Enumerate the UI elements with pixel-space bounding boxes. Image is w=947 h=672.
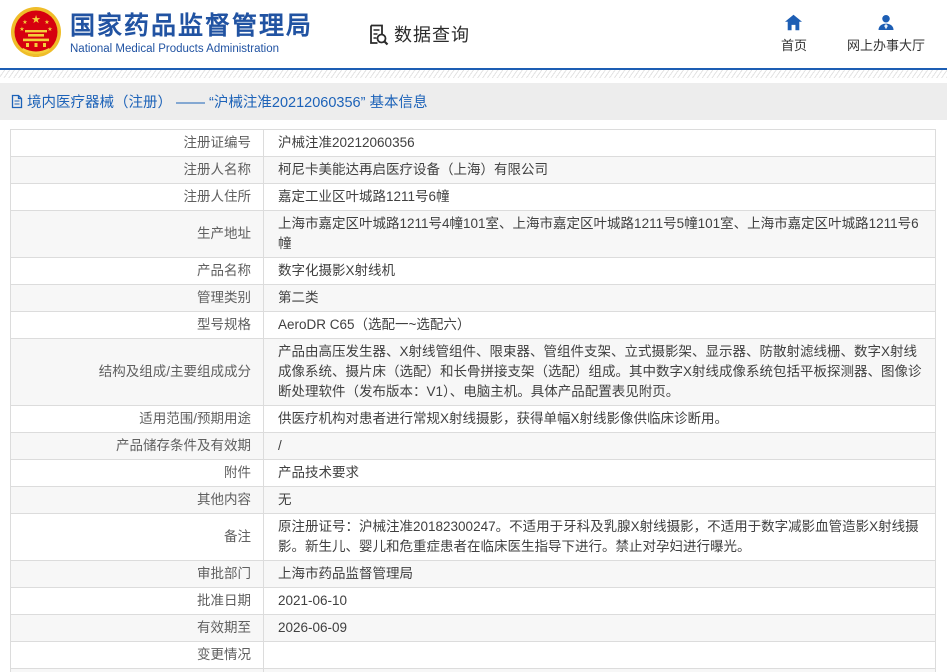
page-document-icon	[10, 94, 24, 109]
registration-info-table: 注册证编号沪械注准20212060356注册人名称柯尼卡美能达再启医疗设备（上海…	[10, 129, 936, 672]
field-value: 原注册证号：沪械注准20182300247。不适用于牙科及乳腺X射线摄影，不适用…	[264, 514, 936, 561]
field-value: 无	[264, 487, 936, 514]
field-value: 数字化摄影X射线机	[264, 258, 936, 285]
table-row: 注册人名称柯尼卡美能达再启医疗设备（上海）有限公司	[11, 157, 936, 184]
table-row: 适用范围/预期用途供医疗机构对患者进行常规X射线摄影，获得单幅X射线影像供临床诊…	[11, 406, 936, 433]
field-value: 上海市药品监督管理局	[264, 561, 936, 588]
table-row: 产品储存条件及有效期/	[11, 433, 936, 460]
info-table-body: 注册证编号沪械注准20212060356注册人名称柯尼卡美能达再启医疗设备（上海…	[11, 130, 936, 672]
table-row: 生产地址上海市嘉定区叶城路1211号4幢101室、上海市嘉定区叶城路1211号5…	[11, 211, 936, 258]
field-label: 附件	[11, 460, 264, 487]
data-query-nav[interactable]: 数据查询	[365, 21, 470, 47]
svg-text:★: ★	[44, 19, 49, 26]
document-search-icon	[365, 22, 390, 47]
org-name: 国家药品监督管理局 National Medical Products Admi…	[70, 13, 313, 55]
svg-text:★: ★	[47, 26, 52, 33]
table-row: 结构及组成/主要组成成分产品由高压发生器、X射线管组件、限束器、管组件支架、立式…	[11, 339, 936, 406]
field-label: 注册证编号	[11, 130, 264, 157]
nav-item-label: 首页	[781, 35, 807, 54]
nav-item-service-hall[interactable]: 网上办事大厅	[847, 14, 925, 54]
table-row: 注册人住所嘉定工业区叶城路1211号6幢	[11, 184, 936, 211]
svg-text:★: ★	[22, 19, 27, 26]
field-label: 注	[11, 669, 264, 672]
field-value: 柯尼卡美能达再启医疗设备（上海）有限公司	[264, 157, 936, 184]
field-label: 批准日期	[11, 588, 264, 615]
field-label: 有效期至	[11, 615, 264, 642]
field-label: 生产地址	[11, 211, 264, 258]
person-icon	[877, 14, 895, 31]
field-label: 结构及组成/主要组成成分	[11, 339, 264, 406]
table-row: 批准日期2021-06-10	[11, 588, 936, 615]
table-row: 注详情	[11, 669, 936, 672]
field-label: 适用范围/预期用途	[11, 406, 264, 433]
field-label: 型号规格	[11, 312, 264, 339]
field-value: 2026-06-09	[264, 615, 936, 642]
svg-text:★: ★	[19, 26, 24, 33]
breadcrumb: 境内医疗器械（注册） —— “沪械注准20212060356” 基本信息	[0, 83, 947, 120]
home-icon	[784, 14, 803, 31]
field-value: 上海市嘉定区叶城路1211号4幢101室、上海市嘉定区叶城路1211号5幢101…	[264, 211, 936, 258]
field-value: 详情	[264, 669, 936, 672]
svg-text:★: ★	[31, 14, 41, 26]
field-value: 产品由高压发生器、X射线管组件、限束器、管组件支架、立式摄影架、显示器、防散射滤…	[264, 339, 936, 406]
table-row: 附件产品技术要求	[11, 460, 936, 487]
table-row: 备注原注册证号：沪械注准20182300247。不适用于牙科及乳腺X射线摄影，不…	[11, 514, 936, 561]
field-label: 产品名称	[11, 258, 264, 285]
field-value: 产品技术要求	[264, 460, 936, 487]
table-row: 审批部门上海市药品监督管理局	[11, 561, 936, 588]
field-value: 供医疗机构对患者进行常规X射线摄影，获得单幅X射线影像供临床诊断用。	[264, 406, 936, 433]
nav-item-home[interactable]: 首页	[781, 14, 807, 54]
field-value	[264, 642, 936, 669]
field-value: /	[264, 433, 936, 460]
field-value: 第二类	[264, 285, 936, 312]
table-row: 其他内容无	[11, 487, 936, 514]
field-label: 注册人名称	[11, 157, 264, 184]
org-name-en: National Medical Products Administration	[70, 43, 313, 55]
org-name-cn: 国家药品监督管理局	[70, 13, 313, 41]
site-header: ★ ★ ★ ★ ★ 国家药品监督管理局 National Medical Pro…	[0, 0, 947, 70]
field-label: 审批部门	[11, 561, 264, 588]
table-row: 型号规格AeroDR C65（选配一~选配六）	[11, 312, 936, 339]
data-query-label: 数据查询	[394, 21, 470, 47]
table-row: 变更情况	[11, 642, 936, 669]
field-label: 其他内容	[11, 487, 264, 514]
field-value: AeroDR C65（选配一~选配六）	[264, 312, 936, 339]
field-value: 嘉定工业区叶城路1211号6幢	[264, 184, 936, 211]
header-nav: 首页 网上办事大厅	[781, 14, 925, 54]
table-row: 有效期至2026-06-09	[11, 615, 936, 642]
field-value: 沪械注准20212060356	[264, 130, 936, 157]
field-label: 备注	[11, 514, 264, 561]
field-label: 管理类别	[11, 285, 264, 312]
table-row: 注册证编号沪械注准20212060356	[11, 130, 936, 157]
national-emblem-icon: ★ ★ ★ ★ ★	[10, 6, 62, 63]
table-row: 产品名称数字化摄影X射线机	[11, 258, 936, 285]
nav-item-label: 网上办事大厅	[847, 35, 925, 54]
table-row: 管理类别第二类	[11, 285, 936, 312]
header-hatch-divider	[0, 70, 947, 78]
field-label: 产品储存条件及有效期	[11, 433, 264, 460]
page-title: 境内医疗器械（注册） —— “沪械注准20212060356” 基本信息	[27, 91, 427, 112]
field-label: 变更情况	[11, 642, 264, 669]
field-label: 注册人住所	[11, 184, 264, 211]
field-value: 2021-06-10	[264, 588, 936, 615]
nmpa-logo[interactable]: ★ ★ ★ ★ ★ 国家药品监督管理局 National Medical Pro…	[10, 6, 313, 63]
registration-info-table-wrap: 注册证编号沪械注准20212060356注册人名称柯尼卡美能达再启医疗设备（上海…	[10, 129, 936, 672]
